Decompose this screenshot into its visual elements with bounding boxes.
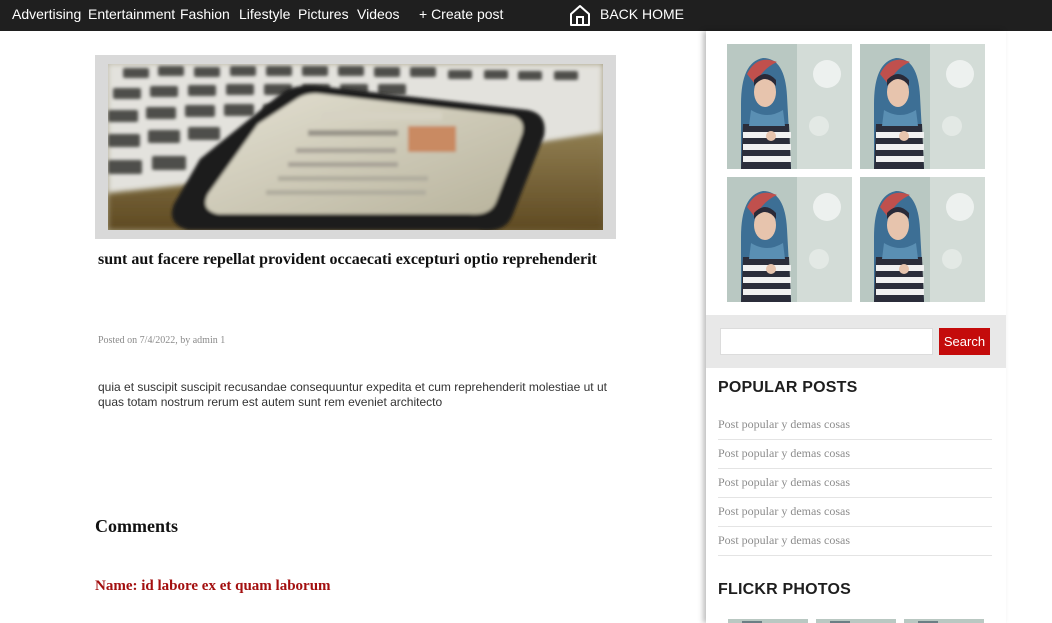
comment-name-label: Name: bbox=[95, 578, 142, 594]
nav-link-advertising[interactable]: Advertising bbox=[12, 6, 81, 22]
flickr-photo-1[interactable] bbox=[728, 616, 808, 623]
post-meta: Posted on 7/4/2022, by admin 1 bbox=[98, 335, 226, 346]
comment-name: id labore ex et quam laborum bbox=[141, 578, 331, 594]
gallery-photo-1[interactable] bbox=[727, 44, 852, 169]
popular-posts-title: POPULAR POSTS bbox=[718, 379, 858, 396]
popular-post-item[interactable]: Post popular y demas cosas bbox=[718, 469, 992, 498]
back-home-link[interactable]: BACK HOME bbox=[600, 6, 684, 22]
gallery-photo-4[interactable] bbox=[860, 177, 985, 302]
woman-photo bbox=[727, 44, 852, 169]
post-body: quia et suscipit suscipit recusandae con… bbox=[98, 380, 607, 409]
flickr-photo-image bbox=[728, 619, 808, 623]
post-image-frame bbox=[95, 55, 616, 239]
nav-link-pictures[interactable]: Pictures bbox=[298, 6, 349, 22]
nav-link-videos[interactable]: Videos bbox=[357, 6, 400, 22]
keyboard-phone-photo bbox=[108, 64, 603, 230]
home-icon[interactable] bbox=[569, 4, 591, 26]
flickr-photos-row bbox=[728, 616, 988, 623]
popular-post-item[interactable]: Post popular y demas cosas bbox=[718, 411, 992, 440]
comments-heading: Comments bbox=[95, 516, 178, 536]
woman-photo bbox=[727, 177, 852, 302]
woman-photo bbox=[860, 177, 985, 302]
gallery-photo-2[interactable] bbox=[860, 44, 985, 169]
search-input[interactable] bbox=[720, 328, 933, 355]
post-title: sunt aut facere repellat provident occae… bbox=[98, 251, 597, 268]
popular-posts-list: Post popular y demas cosas Post popular … bbox=[718, 411, 992, 556]
popular-post-item[interactable]: Post popular y demas cosas bbox=[718, 498, 992, 527]
search-button[interactable]: Search bbox=[939, 328, 990, 355]
popular-post-item[interactable]: Post popular y demas cosas bbox=[718, 440, 992, 469]
popular-post-item[interactable]: Post popular y demas cosas bbox=[718, 527, 992, 556]
flickr-photo-2[interactable] bbox=[816, 616, 896, 623]
nav-link-entertainment[interactable]: Entertainment bbox=[88, 6, 175, 22]
flickr-photo-image bbox=[904, 619, 984, 623]
top-navigation-bar: Advertising Entertainment Fashion Lifest… bbox=[0, 0, 1052, 31]
flickr-photo-image bbox=[816, 619, 896, 623]
search-panel: Search bbox=[706, 315, 1006, 368]
nav-link-lifestyle[interactable]: Lifestyle bbox=[239, 6, 290, 22]
sidebar: Search POPULAR POSTS Post popular y dema… bbox=[706, 31, 1006, 623]
woman-photo bbox=[860, 44, 985, 169]
nav-link-fashion[interactable]: Fashion bbox=[180, 6, 230, 22]
comment-author: Name: id labore ex et quam laborum bbox=[95, 578, 331, 595]
flickr-photos-title: FLICKR PHOTOS bbox=[718, 581, 851, 598]
flickr-photo-3[interactable] bbox=[904, 616, 984, 623]
create-post-link[interactable]: + Create post bbox=[419, 6, 503, 22]
post-image bbox=[108, 64, 603, 230]
gallery-photo-3[interactable] bbox=[727, 177, 852, 302]
